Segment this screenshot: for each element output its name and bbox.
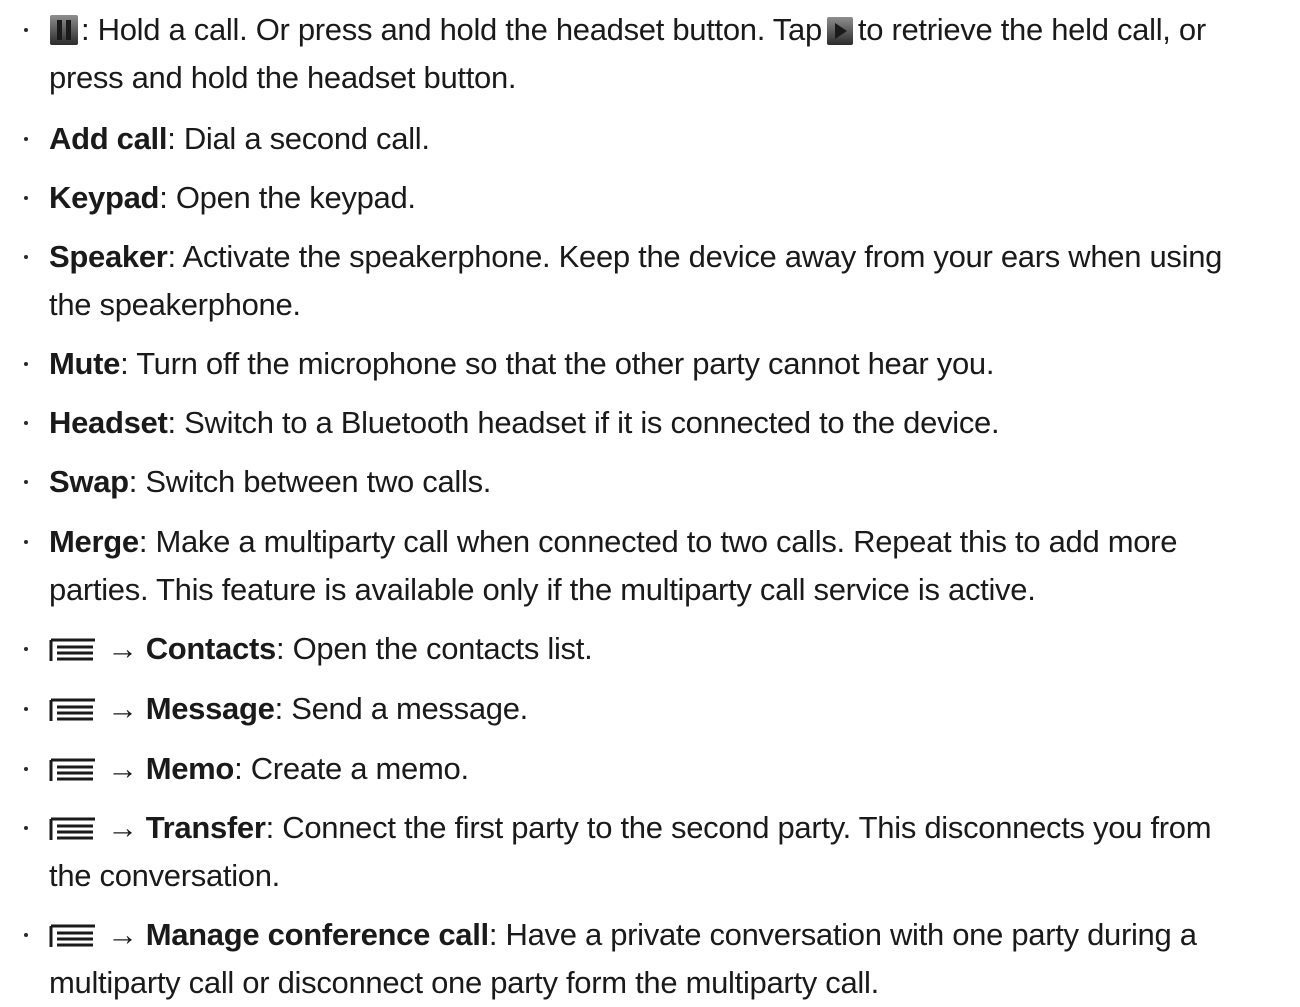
bullet — [22, 745, 32, 793]
item-line: press and hold the headset button. — [49, 60, 517, 95]
item-desc: : Hold a call. Or press and hold the hea… — [81, 12, 822, 47]
item-line: Headset: Switch to a Bluetooth headset i… — [49, 399, 1294, 447]
item-text: Mute: Turn off the microphone so that th… — [49, 340, 1294, 388]
item-text: Swap: Switch between two calls. — [49, 458, 1294, 506]
item-text: → Message: Send a message. — [49, 685, 1294, 733]
item-term: Manage conference call — [145, 917, 489, 952]
manual-page: : Hold a call. Or press and hold the hea… — [0, 0, 1300, 1000]
bullet — [22, 6, 32, 54]
item-desc: : Switch between two calls. — [128, 464, 492, 499]
bullet — [22, 340, 32, 388]
item-term: Speaker — [49, 239, 168, 274]
item-text: → Manage conference call: Have a private … — [49, 911, 1294, 1007]
item-desc: : Send a message. — [274, 691, 529, 726]
item-text: Add call: Dial a second call. — [49, 115, 1294, 163]
item-text: Keypad: Open the keypad. — [49, 174, 1294, 222]
item-term: Keypad — [49, 180, 160, 215]
item-line: → Transfer: Connect the first party to th… — [49, 804, 1294, 852]
item-line: Speaker: Activate the speakerphone. Keep… — [49, 233, 1294, 281]
bullet — [22, 685, 32, 733]
item-desc-cont: to retrieve the held call, or — [857, 12, 1206, 47]
item-term: Mute — [49, 346, 121, 381]
item-desc: : Make a multiparty call when connected … — [138, 524, 1178, 559]
item-term: Headset — [49, 405, 168, 440]
item-term: Add call — [49, 121, 168, 156]
item-desc: : Dial a second call. — [167, 121, 430, 156]
item-term: Memo — [145, 751, 235, 786]
bullet — [22, 233, 32, 281]
play-icon — [826, 17, 853, 45]
item-line: → Manage conference call: Have a private … — [49, 911, 1294, 959]
menu-icon — [49, 758, 95, 781]
menu-icon — [49, 817, 95, 840]
item-text: → Memo: Create a memo. — [49, 745, 1294, 793]
pause-icon — [50, 15, 78, 45]
arrow: → — [107, 810, 138, 845]
item-text: Headset: Switch to a Bluetooth headset i… — [49, 399, 1294, 447]
item-line: Mute: Turn off the microphone so that th… — [49, 340, 1294, 388]
item-line: → Message: Send a message. — [49, 685, 1294, 733]
item-desc: : Activate the speakerphone. Keep the de… — [167, 239, 1223, 274]
arrow: → — [107, 691, 138, 726]
arrow: → — [107, 917, 138, 952]
item-line: Merge: Make a multiparty call when conne… — [49, 518, 1294, 566]
item-text: Merge: Make a multiparty call when conne… — [49, 518, 1294, 614]
item-line: Keypad: Open the keypad. — [49, 174, 1294, 222]
item-line: multiparty call or disconnect one party … — [49, 965, 879, 1000]
item-desc: : Create a memo. — [234, 751, 469, 786]
menu-icon — [49, 924, 95, 947]
item-text: → Transfer: Connect the first party to th… — [49, 804, 1294, 900]
item-term: Message — [145, 691, 275, 726]
item-desc: : Switch to a Bluetooth headset if it is… — [167, 405, 1000, 440]
bullet — [22, 174, 32, 222]
item-line: → Memo: Create a memo. — [49, 745, 1294, 793]
item-desc: : Turn off the microphone so that the ot… — [120, 346, 995, 381]
item-term: Merge — [49, 524, 139, 559]
item-text: Speaker: Activate the speakerphone. Keep… — [49, 233, 1294, 329]
menu-icon — [49, 637, 97, 663]
item-line: Swap: Switch between two calls. — [49, 458, 1294, 506]
item-line: → Contacts: Open the contacts list. — [49, 625, 1294, 673]
item-desc: : Open the keypad. — [159, 180, 416, 215]
item-line: parties. This feature is available only … — [49, 572, 1036, 607]
bullet — [22, 804, 32, 852]
bullet — [22, 518, 32, 566]
arrow: → — [107, 751, 138, 786]
item-term: Swap — [49, 464, 129, 499]
item-line: : Hold a call. Or press and hold the hea… — [49, 6, 1294, 54]
item-line: the conversation. — [49, 858, 280, 893]
item-term: Contacts — [145, 631, 277, 666]
item-desc: : Open the contacts list. — [275, 631, 593, 666]
item-line: Add call: Dial a second call. — [49, 115, 1294, 163]
bullet — [22, 458, 32, 506]
item-text: : Hold a call. Or press and hold the hea… — [49, 6, 1294, 102]
item-desc: : Connect the first party to the second … — [265, 810, 1212, 845]
item-term: Transfer — [145, 810, 266, 845]
arrow: → — [107, 631, 138, 666]
menu-icon — [49, 698, 95, 721]
item-text: → Contacts: Open the contacts list. — [49, 625, 1294, 673]
bullet — [22, 911, 32, 959]
item-line: the speakerphone. — [49, 287, 301, 322]
bullet — [22, 399, 32, 447]
bullet — [22, 115, 32, 163]
item-desc: : Have a private conversation with one p… — [488, 917, 1197, 952]
bullet — [22, 625, 32, 673]
